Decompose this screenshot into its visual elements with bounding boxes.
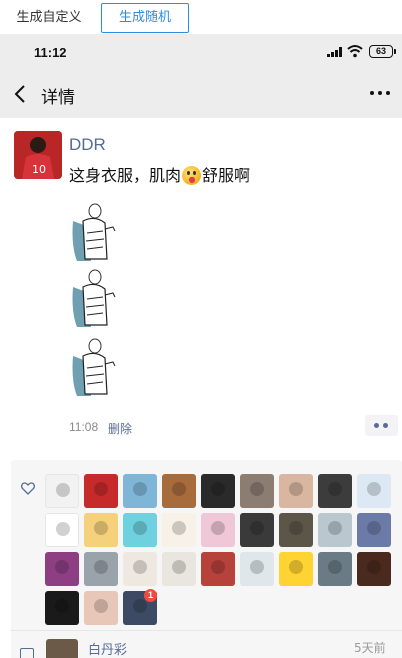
author-name[interactable]: DDR: [69, 135, 106, 155]
monk-sketch-image[interactable]: [69, 267, 119, 329]
comment-icon: [20, 648, 34, 658]
nav-bar: 详情: [0, 70, 402, 118]
like-avatar[interactable]: [318, 474, 352, 508]
more-options-icon[interactable]: [370, 91, 392, 97]
like-avatar[interactable]: [279, 474, 313, 508]
status-time: 11:12: [34, 45, 67, 60]
like-avatar[interactable]: [84, 513, 118, 547]
like-avatar[interactable]: [357, 513, 391, 547]
page-title: 详情: [41, 88, 75, 108]
like-avatar[interactable]: [162, 474, 196, 508]
like-avatar[interactable]: [84, 552, 118, 586]
like-avatar[interactable]: [357, 552, 391, 586]
like-avatar[interactable]: [45, 591, 79, 625]
notification-badge: 1: [144, 589, 157, 602]
wifi-icon: [347, 45, 363, 58]
like-avatar[interactable]: [357, 474, 391, 508]
like-avatar[interactable]: [240, 552, 274, 586]
like-avatar[interactable]: [45, 552, 79, 586]
battery-icon: 63: [369, 45, 396, 58]
heart-icon: [21, 482, 35, 495]
like-avatar[interactable]: [123, 552, 157, 586]
like-avatar[interactable]: [162, 552, 196, 586]
like-avatar[interactable]: [240, 474, 274, 508]
comment-time: 5天前: [354, 641, 386, 655]
generate-custom-button[interactable]: 生成自定义: [2, 3, 96, 33]
like-avatar[interactable]: [45, 474, 79, 508]
like-avatar[interactable]: [84, 591, 118, 625]
like-avatar[interactable]: [201, 513, 235, 547]
like-avatar[interactable]: [201, 552, 235, 586]
like-avatar[interactable]: [201, 474, 235, 508]
author-avatar[interactable]: 10: [14, 131, 62, 179]
post-text-part: 舒服啊: [202, 166, 251, 185]
generate-random-button[interactable]: 生成随机: [101, 3, 189, 33]
like-avatar[interactable]: [279, 513, 313, 547]
like-avatar[interactable]: [279, 552, 313, 586]
signal-icon: [327, 47, 343, 57]
generate-toolbar: 生成自定义 生成随机: [0, 0, 402, 34]
like-avatar[interactable]: [84, 474, 118, 508]
svg-text:10: 10: [32, 163, 46, 176]
like-avatar[interactable]: [318, 513, 352, 547]
divider: [11, 630, 402, 631]
tongue-emoji-icon: [182, 166, 202, 185]
like-avatar[interactable]: [240, 513, 274, 547]
like-avatar[interactable]: [123, 513, 157, 547]
like-avatar[interactable]: [162, 513, 196, 547]
like-avatar[interactable]: [123, 474, 157, 508]
commenter-avatar[interactable]: [46, 639, 78, 658]
delete-link[interactable]: 删除: [108, 420, 132, 437]
comment-more-button[interactable]: [365, 415, 398, 436]
phone-screen: 11:12 63 详情 10 DDR 这身衣服，肌肉 舒服啊 11:08 删除 …: [0, 34, 402, 658]
post-time: 11:08: [69, 420, 99, 434]
post-text: 这身衣服，肌肉 舒服啊: [69, 162, 250, 186]
monk-sketch-image[interactable]: [69, 336, 119, 398]
post-text-part: 这身衣服，肌肉: [69, 166, 182, 185]
commenter-name[interactable]: 白丹彩: [88, 639, 127, 658]
back-arrow-icon[interactable]: [12, 82, 32, 106]
like-avatar[interactable]: [318, 552, 352, 586]
monk-sketch-image[interactable]: [69, 201, 119, 263]
status-bar: 11:12 63: [0, 34, 402, 70]
like-avatar[interactable]: [45, 513, 79, 547]
